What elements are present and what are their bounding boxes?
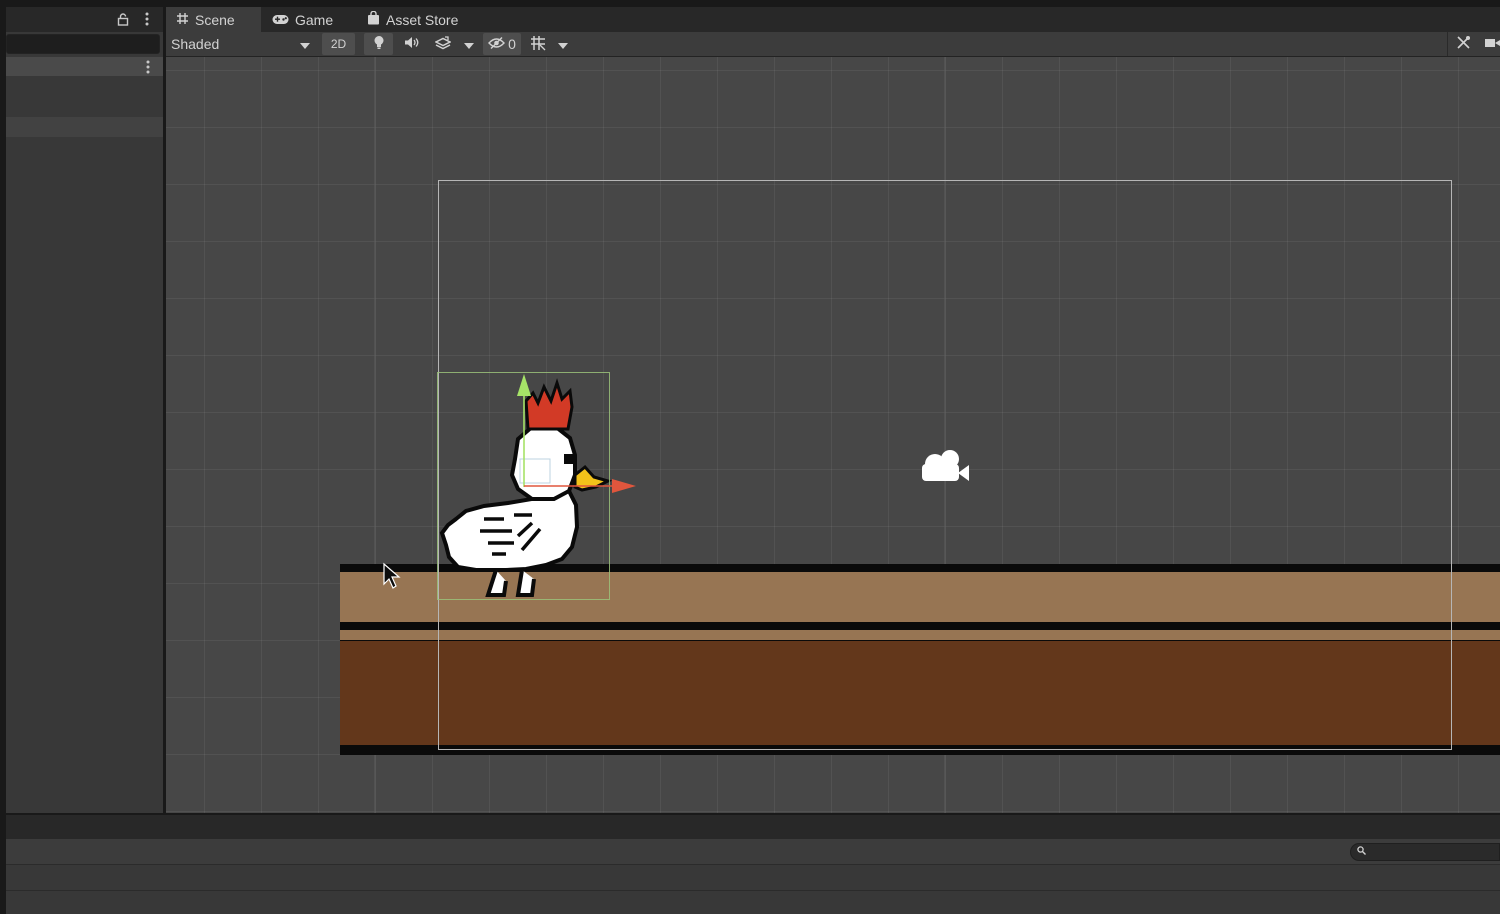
window-top-strip: [0, 0, 1500, 7]
shading-mode-dropdown[interactable]: Shaded: [166, 33, 316, 55]
gizmo-y-arrow-icon: [517, 374, 531, 396]
tab-scene[interactable]: Scene: [166, 7, 261, 32]
hierarchy-scene-row[interactable]: [6, 57, 163, 76]
tab-asset-store[interactable]: Asset Store: [357, 7, 482, 32]
hierarchy-search-input[interactable]: [6, 34, 160, 54]
tab-asset-store-label: Asset Store: [386, 11, 459, 28]
chicken-sprite[interactable]: [439, 378, 613, 597]
scene-row-kebab-icon[interactable]: [141, 60, 155, 74]
chevron-down-icon: [300, 37, 310, 52]
eye-hidden-icon: [488, 36, 506, 52]
kebab-menu-icon[interactable]: [140, 12, 154, 26]
chevron-down-icon: [558, 37, 568, 52]
shopping-bag-icon: [367, 10, 380, 28]
hierarchy-selected-row[interactable]: [6, 117, 163, 137]
grid-toggle-button[interactable]: [526, 33, 550, 55]
shading-mode-label: Shaded: [171, 36, 220, 52]
bottom-search-input[interactable]: [1350, 843, 1500, 861]
audio-toggle-button[interactable]: [397, 33, 426, 55]
grid-snap-icon: [530, 35, 546, 54]
video-camera-icon: [1484, 37, 1500, 52]
toolbar-separator: [1447, 32, 1448, 56]
speaker-icon: [404, 36, 420, 52]
tab-game-label: Game: [295, 11, 334, 28]
hidden-objects-button[interactable]: 0: [483, 33, 521, 55]
effects-dropdown-button[interactable]: [460, 33, 478, 55]
bottom-panel-row[interactable]: [6, 865, 1500, 891]
bottom-panel-header: [6, 815, 1500, 839]
bottom-panel-row[interactable]: [6, 891, 1500, 914]
tab-game[interactable]: Game: [262, 7, 352, 32]
lighting-toggle-button[interactable]: [364, 33, 393, 55]
grid-hash-icon: [176, 12, 189, 28]
wrench-cross-icon: [1456, 35, 1471, 53]
ground-platform[interactable]: [340, 564, 1500, 755]
toggle-2d-button[interactable]: 2D: [322, 33, 355, 55]
tools-button[interactable]: [1451, 33, 1475, 55]
camera-gizmo-icon[interactable]: [922, 450, 969, 481]
scene-canvas: [340, 57, 1500, 813]
grid-dropdown-button[interactable]: [554, 33, 572, 55]
lock-icon[interactable]: [116, 12, 130, 26]
search-icon: [1357, 846, 1366, 858]
tab-scene-label: Scene: [195, 11, 235, 28]
gizmo-x-arrow-icon: [612, 479, 636, 493]
camera-settings-button[interactable]: [1480, 33, 1500, 55]
hidden-objects-count: 0: [508, 36, 516, 52]
chevron-down-icon: [464, 37, 474, 52]
effects-toggle-button[interactable]: [428, 33, 457, 55]
scene-view[interactable]: [166, 57, 1500, 813]
bottom-panel-toolbar: [6, 839, 1500, 865]
lightbulb-icon: [373, 35, 385, 53]
layers-icon: [433, 35, 452, 53]
gamepad-icon: [272, 12, 289, 28]
toggle-2d-label: 2D: [330, 37, 347, 51]
